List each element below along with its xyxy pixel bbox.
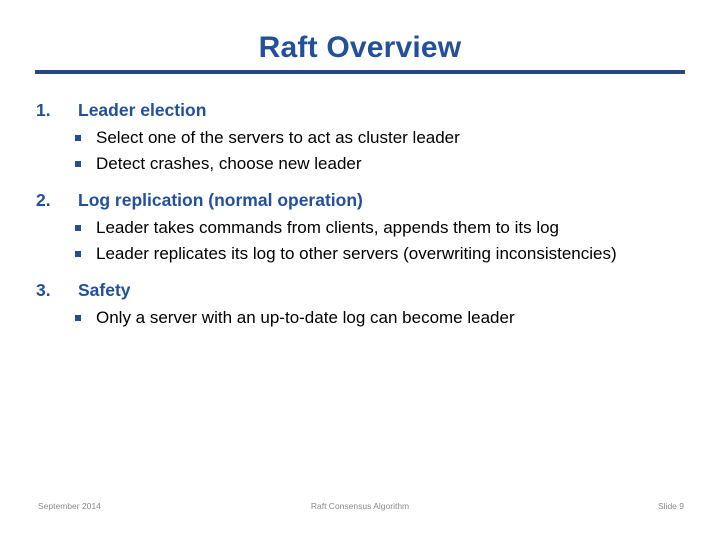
footer-slide-number: Slide 9 — [658, 501, 684, 511]
sub-bullet-group: Only a server with an up-to-date log can… — [36, 305, 684, 330]
sub-bullet-group: Leader takes commands from clients, appe… — [36, 215, 684, 266]
item-heading: 2. Log replication (normal operation) — [36, 188, 684, 213]
square-bullet-icon — [74, 125, 96, 150]
sub-bullet: Detect crashes, choose new leader — [74, 151, 684, 176]
square-bullet-icon — [74, 151, 96, 176]
square-bullet-icon — [74, 215, 96, 240]
list-item: 2. Log replication (normal operation) Le… — [36, 188, 684, 266]
item-title: Leader election — [78, 100, 207, 120]
sub-bullet-group: Select one of the servers to act as clus… — [36, 125, 684, 176]
sub-bullet: Leader takes commands from clients, appe… — [74, 215, 684, 240]
item-number: 2. — [36, 190, 51, 210]
item-number: 3. — [36, 280, 51, 300]
sub-bullet: Only a server with an up-to-date log can… — [74, 305, 684, 330]
sub-bullet: Leader replicates its log to other serve… — [74, 241, 684, 266]
square-bullet-icon — [74, 241, 96, 266]
square-bullet-icon — [74, 305, 96, 330]
item-heading: 1. Leader election — [36, 98, 684, 123]
sub-bullet: Select one of the servers to act as clus… — [74, 125, 684, 150]
sub-bullet-text: Leader replicates its log to other serve… — [96, 244, 617, 263]
title-block: Raft Overview — [0, 30, 720, 66]
list-item: 3. Safety Only a server with an up-to-da… — [36, 278, 684, 330]
sub-bullet-text: Detect crashes, choose new leader — [96, 154, 362, 173]
outline-list: 1. Leader election Select one of the ser… — [36, 98, 684, 334]
item-title: Log replication (normal operation) — [78, 190, 363, 210]
list-item: 1. Leader election Select one of the ser… — [36, 98, 684, 176]
item-heading: 3. Safety — [36, 278, 684, 303]
item-number: 1. — [36, 100, 51, 120]
page-title: Raft Overview — [258, 31, 462, 64]
footer-title: Raft Consensus Algorithm — [310, 501, 410, 511]
slide-footer: September 2014 Raft Consensus Algorithm … — [0, 500, 720, 512]
sub-bullet-text: Select one of the servers to act as clus… — [96, 128, 460, 147]
title-divider — [35, 70, 685, 74]
sub-bullet-text: Leader takes commands from clients, appe… — [96, 218, 560, 237]
slide: Raft Overview 1. Leader election Select … — [0, 0, 720, 540]
item-title: Safety — [78, 280, 131, 300]
sub-bullet-text: Only a server with an up-to-date log can… — [96, 308, 515, 327]
